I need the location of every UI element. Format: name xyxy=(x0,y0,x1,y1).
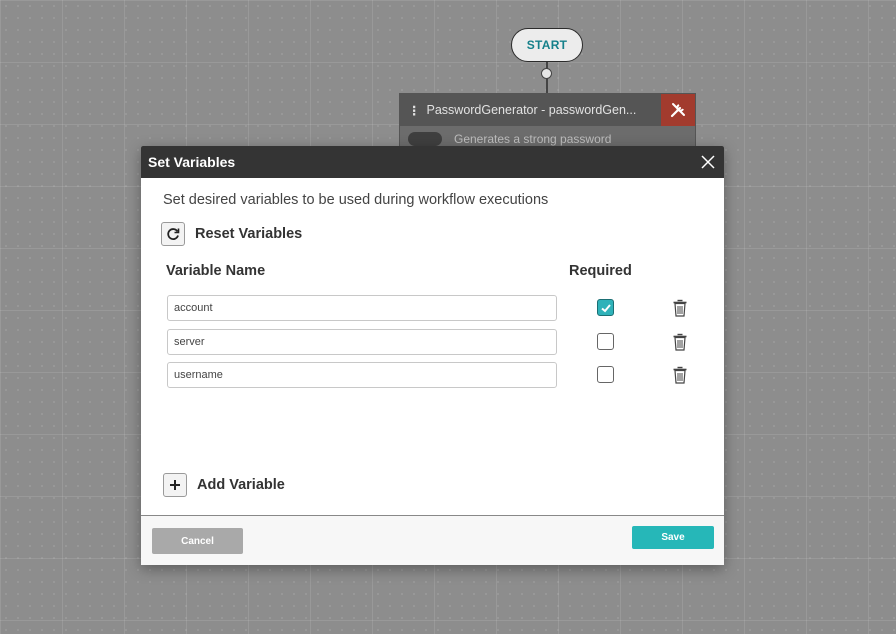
reset-variables-button[interactable] xyxy=(161,222,185,246)
close-icon xyxy=(701,155,715,169)
task-node-title: PasswordGenerator - passwordGen... xyxy=(426,103,637,117)
modal-title: Set Variables xyxy=(148,154,236,170)
connector-dot[interactable] xyxy=(541,68,552,79)
column-header-required: Required xyxy=(569,263,632,279)
variable-row xyxy=(167,295,697,321)
plus-icon xyxy=(170,480,180,490)
trash-icon[interactable] xyxy=(672,365,688,385)
variable-row xyxy=(167,329,697,355)
add-variable-row: Add Variable xyxy=(163,473,285,497)
kebab-icon[interactable]: ⋮ xyxy=(408,103,421,118)
variable-name-input[interactable] xyxy=(167,362,557,388)
variable-name-input[interactable] xyxy=(167,295,557,321)
trash-icon[interactable] xyxy=(672,332,688,352)
close-button[interactable] xyxy=(692,146,724,178)
save-button[interactable]: Save xyxy=(632,526,714,549)
task-node[interactable]: ⋮ PasswordGenerator - passwordGen... Gen… xyxy=(399,93,696,153)
add-variable-label[interactable]: Add Variable xyxy=(197,477,285,493)
modal-footer: Cancel Save xyxy=(141,515,724,565)
task-toggle[interactable] xyxy=(408,132,442,146)
task-node-header: ⋮ PasswordGenerator - passwordGen... xyxy=(400,94,695,126)
task-node-description: Generates a strong password xyxy=(454,132,612,146)
add-variable-button[interactable] xyxy=(163,473,187,497)
variable-row xyxy=(167,362,697,388)
column-header-variable-name: Variable Name xyxy=(166,263,266,279)
variable-name-input[interactable] xyxy=(167,329,557,355)
trash-icon[interactable] xyxy=(672,298,688,318)
start-node[interactable]: START xyxy=(511,28,583,62)
modal-description: Set desired variables to be used during … xyxy=(163,192,549,208)
reset-variables-label[interactable]: Reset Variables xyxy=(195,226,302,242)
reset-variables-row: Reset Variables xyxy=(161,222,302,246)
cancel-button[interactable]: Cancel xyxy=(152,528,243,554)
modal-header: Set Variables xyxy=(141,146,724,178)
required-checkbox[interactable] xyxy=(597,333,614,350)
refresh-icon xyxy=(167,228,180,240)
tools-icon[interactable] xyxy=(661,94,695,126)
checkmark-icon xyxy=(600,303,611,312)
required-checkbox[interactable] xyxy=(597,299,614,316)
set-variables-modal: Set Variables Set desired variables to b… xyxy=(141,146,724,565)
start-node-label: START xyxy=(526,38,568,52)
required-checkbox[interactable] xyxy=(597,366,614,383)
